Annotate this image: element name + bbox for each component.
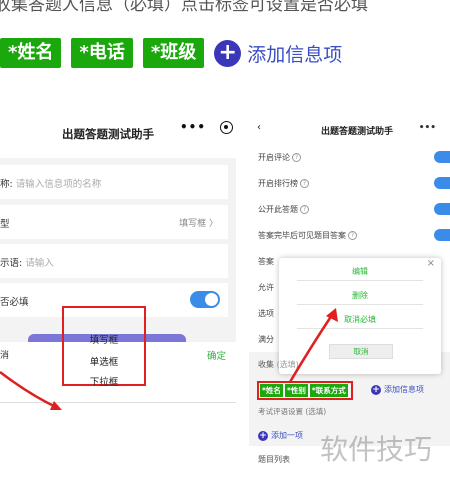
left-arrow-path bbox=[0, 371, 59, 410]
annotation-arrows bbox=[0, 308, 338, 410]
watermark: 软件技巧 bbox=[320, 433, 433, 466]
right-arrow-path bbox=[288, 314, 334, 383]
